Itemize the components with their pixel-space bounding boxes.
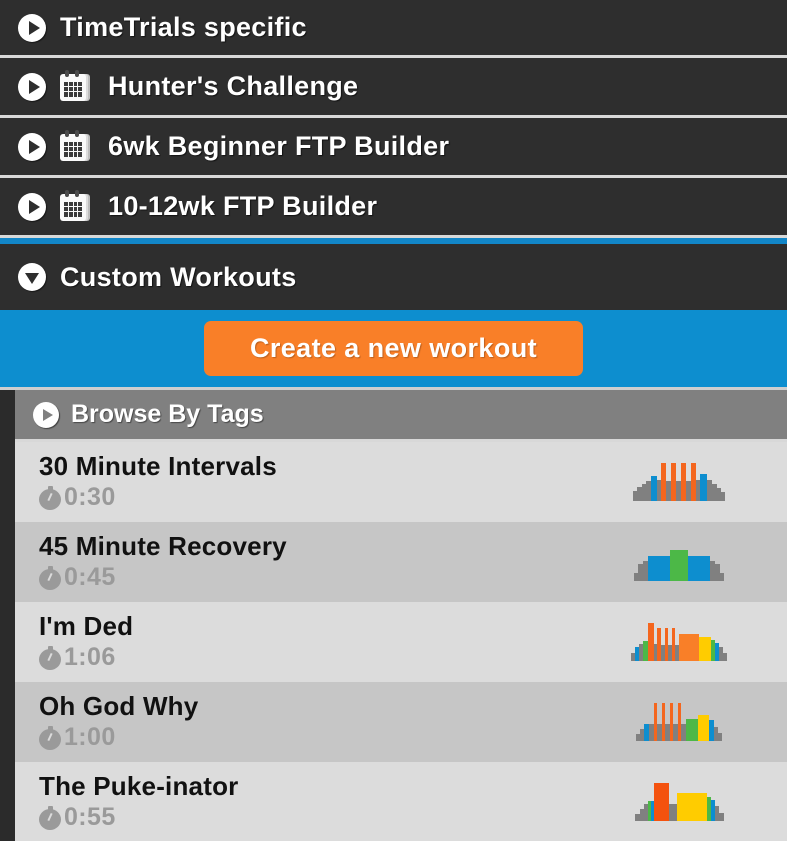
workout-duration-text: 1:06 — [64, 643, 116, 672]
profile-bar — [668, 804, 677, 821]
workout-profile-thumbnail — [631, 783, 727, 821]
workout-profile-thumbnail — [631, 703, 727, 741]
create-new-workout-button[interactable]: Create a new workout — [203, 321, 584, 376]
workout-name: 30 Minute Intervals — [39, 450, 277, 481]
workout-info: Oh God Why 1:00 — [39, 692, 631, 753]
workout-name: I'm Ded — [39, 610, 134, 641]
browse-by-tags-row[interactable]: Browse By Tags — [15, 390, 787, 442]
workout-info: 30 Minute Intervals 0:30 — [39, 452, 631, 513]
stopwatch-icon — [39, 805, 61, 830]
profile-bar — [720, 573, 724, 581]
play-triangle-icon[interactable] — [18, 192, 46, 221]
workout-info: 45 Minute Recovery 0:45 — [39, 532, 631, 593]
profile-bar — [700, 474, 707, 501]
stopwatch-icon — [39, 565, 61, 590]
workout-duration-text: 0:30 — [64, 483, 116, 512]
workout-list-item[interactable]: Oh God Why 1:00 — [15, 682, 787, 762]
profile-bar — [698, 637, 712, 661]
workout-list-item[interactable]: The Puke-inator 0:55 — [15, 762, 787, 841]
calendar-icon — [60, 129, 92, 163]
workout-duration: 1:00 — [39, 723, 631, 752]
program-label: 6wk Beginner FTP Builder — [108, 131, 450, 161]
profile-bar — [679, 634, 699, 661]
profile-bar — [676, 793, 707, 821]
workout-list-item[interactable]: 30 Minute Intervals 0:30 — [15, 442, 787, 522]
workout-profile-thumbnail — [630, 623, 728, 661]
profile-bar — [686, 719, 698, 741]
play-triangle-icon[interactable] — [18, 13, 46, 42]
workout-list-item[interactable]: I'm Ded 1:06 — [15, 602, 787, 682]
program-row-10-12wk-ftp-builder[interactable]: 10-12wk FTP Builder — [0, 178, 787, 238]
play-triangle-icon[interactable] — [33, 401, 59, 428]
profile-bar — [723, 653, 728, 661]
workout-name: The Puke-inator — [39, 770, 239, 801]
calendar-icon — [60, 69, 92, 103]
program-row-6wk-beginner-ftp-builder[interactable]: 6wk Beginner FTP Builder — [0, 118, 787, 178]
workout-browser-panel: TimeTrials specific Hunter's Challenge 6… — [0, 0, 787, 841]
profile-bar — [718, 733, 722, 741]
workout-duration: 0:55 — [39, 803, 631, 832]
profile-bar — [718, 813, 724, 821]
workout-info: I'm Ded 1:06 — [39, 612, 631, 673]
program-list: TimeTrials specific Hunter's Challenge 6… — [0, 0, 787, 238]
program-row-timetrials[interactable]: TimeTrials specific — [0, 0, 787, 58]
create-workout-band: Create a new workout — [0, 310, 787, 390]
profile-bar — [648, 556, 670, 581]
workout-list-item[interactable]: 45 Minute Recovery 0:45 — [15, 522, 787, 602]
stopwatch-icon — [39, 725, 61, 750]
custom-workouts-label: Custom Workouts — [60, 261, 297, 292]
workout-profile-thumbnail — [631, 543, 727, 581]
play-triangle-icon[interactable] — [18, 132, 46, 161]
profile-bar — [721, 492, 725, 501]
stopwatch-icon — [39, 645, 61, 670]
stopwatch-icon — [39, 485, 61, 510]
workout-duration: 0:45 — [39, 563, 631, 592]
profile-bar — [688, 556, 710, 581]
profile-bar — [670, 550, 688, 581]
workout-duration-text: 0:55 — [64, 803, 116, 832]
workout-duration-text: 0:45 — [64, 563, 116, 592]
profile-bar — [698, 715, 709, 741]
workout-duration: 0:30 — [39, 483, 631, 512]
program-row-hunters-challenge[interactable]: Hunter's Challenge — [0, 58, 787, 118]
workout-info: The Puke-inator 0:55 — [39, 772, 631, 833]
workout-profile-thumbnail — [631, 463, 727, 501]
play-triangle-icon[interactable] — [18, 72, 46, 101]
collapse-triangle-down-icon[interactable] — [18, 263, 46, 291]
workout-name: Oh God Why — [39, 690, 199, 721]
workout-duration-text: 1:00 — [64, 723, 116, 752]
workout-duration: 1:06 — [39, 643, 631, 672]
program-label: TimeTrials specific — [60, 12, 307, 42]
program-label: 10-12wk FTP Builder — [108, 191, 378, 221]
browse-by-tags-label: Browse By Tags — [71, 400, 264, 428]
custom-workouts-header[interactable]: Custom Workouts — [0, 244, 787, 310]
program-label: Hunter's Challenge — [108, 71, 359, 101]
workout-name: 45 Minute Recovery — [39, 530, 287, 561]
calendar-icon — [60, 189, 92, 223]
profile-bar — [653, 783, 669, 821]
custom-workout-list: 30 Minute Intervals 0:30 45 Minute Recover… — [15, 442, 787, 841]
